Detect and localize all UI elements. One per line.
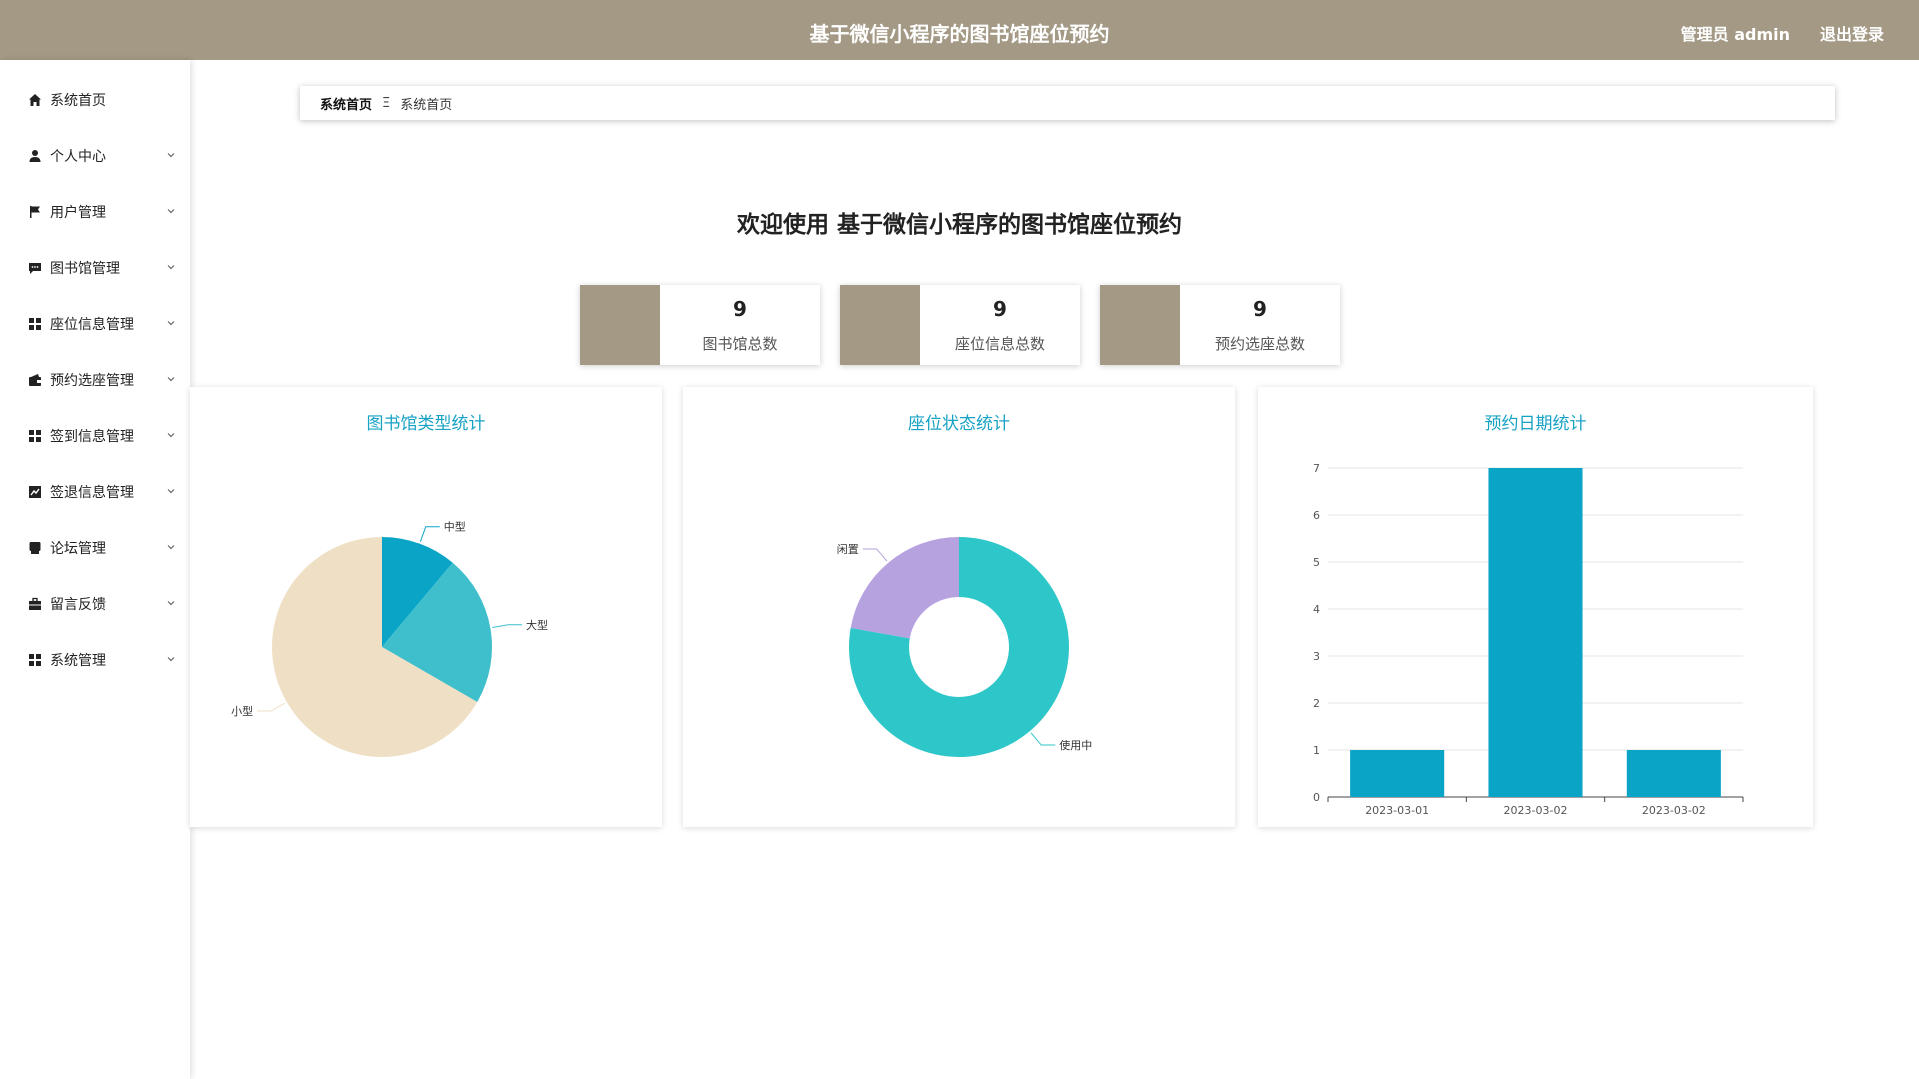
sidebar-item-label: 预约选座管理 xyxy=(50,373,134,389)
chevron-down-icon xyxy=(166,316,176,326)
sidebar-item[interactable]: 论坛管理 xyxy=(0,528,190,568)
seat-status-donut-chart: 使用中 闲置 xyxy=(837,537,1092,758)
library-type-chart-card: 图书馆类型统计 中型 大型 小型 xyxy=(190,387,662,827)
home-icon xyxy=(28,93,42,107)
chevron-down-icon xyxy=(166,260,176,270)
stat-label: 预约选座总数 xyxy=(1214,335,1305,353)
stat-value: 9 xyxy=(993,297,1007,321)
stat-swatch xyxy=(840,285,920,365)
stat-swatch xyxy=(580,285,660,365)
x-tick-label: 2023-03-02 xyxy=(1504,804,1568,817)
reservation-date-bar-chart: 0 1 2 3 4 5 6 7 2023-03-01 2023-03-02 2023-03-02 xyxy=(1313,462,1744,817)
sidebar-item[interactable]: 系统首页 xyxy=(0,80,190,120)
grid-icon xyxy=(28,429,42,443)
x-tick-label: 2023-03-01 xyxy=(1365,804,1429,817)
current-user[interactable]: 管理员 admin xyxy=(1681,21,1790,45)
y-tick-label: 2 xyxy=(1313,697,1320,710)
pie-label-line xyxy=(257,702,286,712)
chevron-down-icon xyxy=(166,540,176,550)
logout-button[interactable]: 退出登录 xyxy=(1820,21,1884,45)
sidebar-item-label: 签到信息管理 xyxy=(50,429,134,445)
stat-card-reservations: 9 预约选座总数 xyxy=(1100,285,1340,365)
sidebar-item[interactable]: 签退信息管理 xyxy=(0,472,190,512)
chart-icon xyxy=(28,485,42,499)
breadcrumb-separator: Ξ xyxy=(382,95,391,111)
sidebar-item-label: 座位信息管理 xyxy=(50,317,134,333)
grid-icon xyxy=(28,317,42,331)
bar[interactable] xyxy=(1626,750,1721,797)
bar[interactable] xyxy=(1350,750,1445,797)
breadcrumb-root[interactable]: 系统首页 xyxy=(320,94,372,113)
stat-value: 9 xyxy=(1253,297,1267,321)
chevron-down-icon xyxy=(166,204,176,214)
sidebar-item-label: 签退信息管理 xyxy=(50,485,134,501)
sidebar-item[interactable]: 系统管理 xyxy=(0,640,190,680)
chat-icon xyxy=(28,261,42,275)
sidebar-item-label: 论坛管理 xyxy=(50,541,106,557)
pie-label-line xyxy=(492,624,523,629)
bar[interactable] xyxy=(1488,468,1583,797)
y-tick-label: 6 xyxy=(1313,509,1320,522)
x-tick-label: 2023-03-02 xyxy=(1642,804,1706,817)
sidebar-item-label: 系统管理 xyxy=(50,653,106,669)
y-tick-label: 5 xyxy=(1313,556,1320,569)
breadcrumb: 系统首页 Ξ 系统首页 xyxy=(300,86,1835,120)
sidebar-item[interactable]: 签到信息管理 xyxy=(0,416,190,456)
chevron-down-icon xyxy=(166,372,176,382)
stat-label: 座位信息总数 xyxy=(954,335,1045,353)
wallet-icon xyxy=(28,373,42,387)
app-title: 基于微信小程序的图书馆座位预约 xyxy=(809,22,1110,46)
y-tick-label: 3 xyxy=(1313,650,1320,663)
sidebar-item-label: 留言反馈 xyxy=(50,597,106,613)
chevron-down-icon xyxy=(166,148,176,158)
chevron-down-icon xyxy=(166,428,176,438)
pie-slice-label: 使用中 xyxy=(1059,739,1092,752)
sidebar-item[interactable]: 个人中心 xyxy=(0,136,190,176)
y-tick-label: 0 xyxy=(1313,791,1320,804)
flag-icon xyxy=(28,205,42,219)
main-content: 系统首页 Ξ 系统首页 欢迎使用 基于微信小程序的图书馆座位预约 9 图书馆总数… xyxy=(190,60,1919,1079)
y-tick-label: 4 xyxy=(1313,603,1320,616)
sidebar-item[interactable]: 预约选座管理 xyxy=(0,360,190,400)
pie-label-line xyxy=(419,526,440,542)
sidebar-item[interactable]: 图书馆管理 xyxy=(0,248,190,288)
reservation-date-chart-card: 预约日期统计 0 1 2 3 4 5 6 7 2023-03-01 2023-03-02 2023-… xyxy=(1258,387,1813,827)
y-tick-label: 7 xyxy=(1313,462,1320,475)
pie-slice-label: 闲置 xyxy=(837,542,859,556)
stat-swatch xyxy=(1100,285,1180,365)
sidebar: 系统首页个人中心用户管理图书馆管理座位信息管理 预约选座管理 签到信息管理 签退信息管… xyxy=(0,60,190,1079)
chevron-down-icon xyxy=(166,484,176,494)
sidebar-item[interactable]: 座位信息管理 xyxy=(0,304,190,344)
pie-slice[interactable] xyxy=(850,537,959,639)
sidebar-item-label: 系统首页 xyxy=(50,93,106,109)
sidebar-item-label: 用户管理 xyxy=(50,205,106,221)
stat-card-libraries: 9 图书馆总数 xyxy=(580,285,820,365)
briefcase-icon xyxy=(28,597,42,611)
grid-icon xyxy=(28,653,42,667)
library-type-pie-chart: 中型大型小型 xyxy=(231,520,548,757)
sidebar-item-label: 图书馆管理 xyxy=(50,261,120,277)
stat-label: 图书馆总数 xyxy=(702,335,778,353)
user-icon xyxy=(28,149,42,163)
chevron-down-icon xyxy=(166,596,176,606)
pie-slice-label: 大型 xyxy=(526,618,548,632)
sidebar-item[interactable]: 留言反馈 xyxy=(0,584,190,624)
pie-label-line xyxy=(1030,732,1056,746)
pie-slice-label: 小型 xyxy=(231,704,253,718)
sidebar-item-label: 个人中心 xyxy=(50,149,106,165)
pie-label-line xyxy=(862,548,888,562)
pie-slice-label: 中型 xyxy=(444,520,466,534)
top-bar: 基于微信小程序的图书馆座位预约 管理员 admin 退出登录 xyxy=(0,0,1919,60)
chevron-down-icon xyxy=(166,652,176,662)
welcome-heading: 欢迎使用 基于微信小程序的图书馆座位预约 xyxy=(736,212,1182,238)
breadcrumb-current: 系统首页 xyxy=(400,97,453,113)
sidebar-item[interactable]: 用户管理 xyxy=(0,192,190,232)
message-icon xyxy=(28,541,42,555)
y-tick-label: 1 xyxy=(1313,744,1320,757)
stat-card-seats: 9 座位信息总数 xyxy=(840,285,1080,365)
stat-value: 9 xyxy=(733,297,747,321)
seat-status-chart-card: 座位状态统计 使用中 闲置 xyxy=(683,387,1235,827)
